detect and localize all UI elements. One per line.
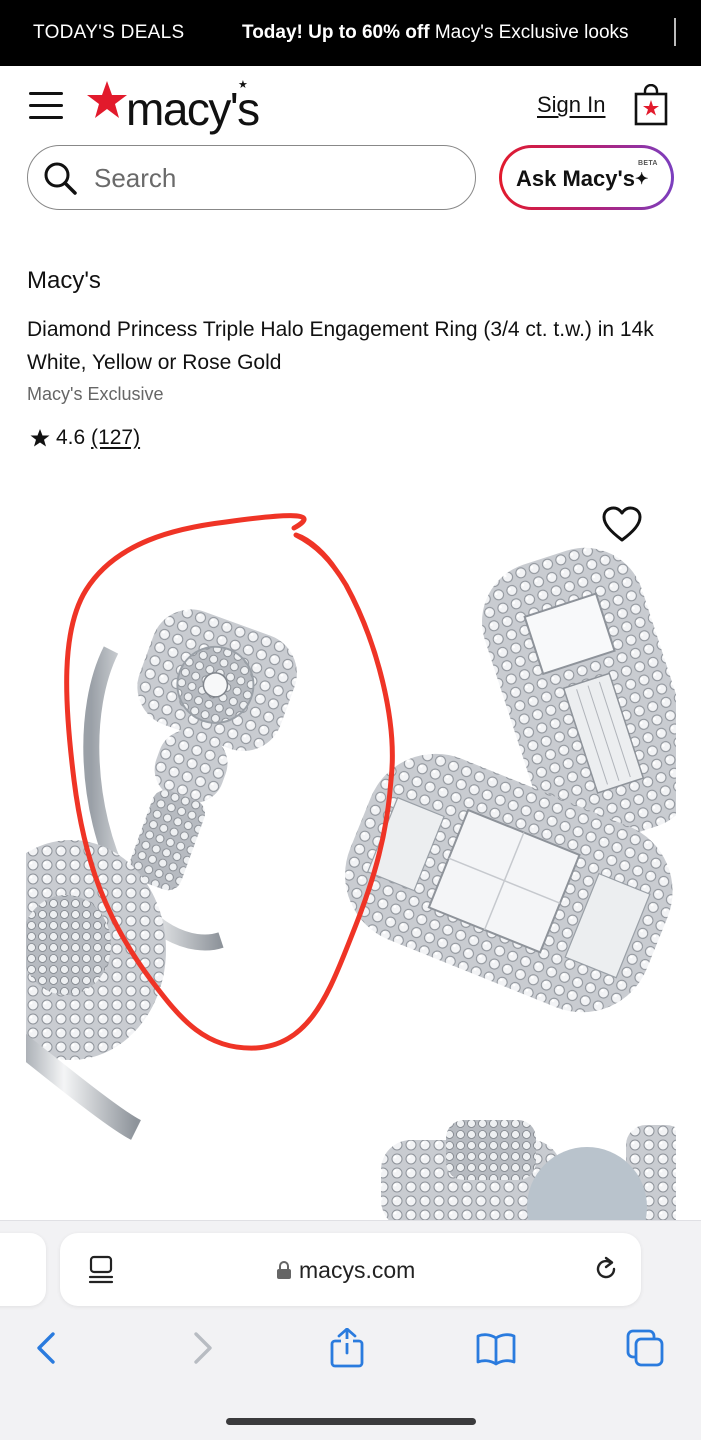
sign-in-link[interactable]: Sign In (537, 92, 606, 118)
shopping-bag-icon[interactable] (634, 84, 668, 126)
logo-small-star-icon: ★ (238, 79, 248, 91)
promo-message-bold: Today! Up to 60% off (242, 22, 430, 43)
product-title: Diamond Princess Triple Halo Engagement … (27, 318, 654, 374)
tabs-icon[interactable] (625, 1328, 665, 1368)
share-icon[interactable] (327, 1328, 367, 1368)
tabs-overview-icon[interactable] (88, 1255, 114, 1285)
reload-icon[interactable] (592, 1255, 620, 1283)
promo-divider (674, 18, 676, 46)
back-icon[interactable] (27, 1328, 67, 1368)
review-count-link[interactable]: (127) (91, 426, 140, 450)
exclusive-badge: Macy's Exclusive (27, 384, 164, 404)
home-indicator (226, 1418, 476, 1425)
search-icon (44, 162, 77, 195)
rating-value: 4.6 (56, 426, 86, 449)
address-bar[interactable]: macys.com (60, 1233, 641, 1306)
menu-icon[interactable] (29, 92, 63, 120)
heart-icon[interactable] (602, 506, 642, 544)
sparkle-icon: ✦ (634, 171, 649, 188)
search-input[interactable] (94, 160, 454, 196)
previous-tab-preview[interactable] (0, 1233, 46, 1306)
promo-message[interactable]: Today! Up to 60% off Macy's Exclusive lo… (242, 22, 629, 44)
rings-illustration (26, 513, 676, 1220)
beta-badge: BETA (638, 160, 658, 167)
product-image[interactable] (26, 480, 676, 1220)
ask-macys-button[interactable]: Ask Macy's✦ BETA (499, 145, 674, 210)
promo-banner[interactable]: TODAY'S DEALS Today! Up to 60% off Macy'… (0, 0, 701, 66)
promo-message-rest: Macy's Exclusive looks (434, 22, 629, 43)
url-text[interactable]: macys.com (299, 1257, 415, 1284)
product-brand[interactable]: Macy's (27, 267, 101, 295)
macys-star-logo (87, 81, 127, 118)
forward-icon[interactable] (182, 1328, 222, 1368)
macys-logo[interactable]: macy's ★ (86, 78, 276, 135)
search-bar[interactable] (27, 145, 476, 210)
bookmarks-icon[interactable] (476, 1328, 516, 1368)
todays-deals-link[interactable]: TODAY'S DEALS (33, 22, 184, 44)
ask-macys-label: Ask Macy's✦ (516, 166, 649, 191)
lock-icon (277, 1261, 291, 1279)
product-rating[interactable]: 4.6 (127) (30, 426, 140, 450)
star-icon (30, 429, 50, 447)
